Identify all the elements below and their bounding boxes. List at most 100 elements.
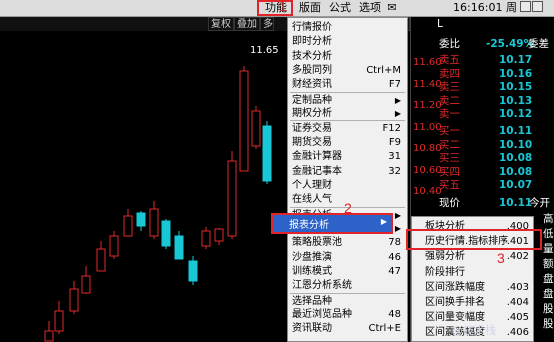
window-controls[interactable]: [519, 1, 553, 15]
menu-item-label: 金融计算器: [292, 151, 342, 163]
menu-item[interactable]: 期权分析 ▶: [288, 107, 407, 121]
menu-item-label: 多股同列: [292, 65, 332, 77]
side-char-label: 额: [543, 258, 554, 270]
menu-item-label: 个人理财: [292, 179, 332, 191]
menu-item[interactable]: 技术分析: [288, 50, 407, 64]
current-price-label: 现价: [439, 197, 460, 209]
menu-item-shortcut: 47: [388, 265, 401, 277]
menu-item-label: 定制品种: [292, 94, 332, 106]
bid-level-price: 10.08: [499, 152, 533, 164]
candle-body: [174, 235, 184, 260]
submenu-item-shortcut: .404: [506, 297, 529, 308]
menu-item[interactable]: 最近浏览品种 48: [288, 308, 407, 322]
ask-level-label: 卖二: [439, 94, 460, 107]
menu-item[interactable]: 金融记事本 32: [288, 165, 407, 179]
side-char-label: 量: [543, 243, 554, 255]
menu-item-shortcut: F9: [388, 136, 401, 148]
candle-body: [136, 212, 146, 227]
bid-level-label: 买五: [439, 179, 460, 191]
menu-options[interactable]: 选项: [356, 1, 384, 15]
candle-body: [96, 248, 106, 272]
ask-level-label: 卖四: [439, 67, 460, 80]
bid-level-price: 10.07: [499, 179, 533, 191]
minimize-icon[interactable]: [520, 1, 531, 12]
commission-diff-label: 委差: [528, 38, 549, 50]
mail-icon[interactable]: ✉: [385, 1, 399, 15]
menu-item[interactable]: 训练模式 47: [288, 265, 407, 279]
side-char-label: 股: [543, 303, 554, 315]
watermark: @技术栈: [452, 324, 496, 337]
menu-item[interactable]: 金融计算器 31: [288, 150, 407, 164]
bid-level-label: 买一: [439, 125, 460, 137]
submenu-item[interactable]: 区间换手排名 .404: [412, 295, 533, 310]
menu-item-label: 即时分析: [292, 36, 332, 48]
code-label: L: [437, 18, 443, 30]
menu-item-shortcut: F7: [388, 79, 401, 91]
submenu-item[interactable]: 区间涨跌幅度 .403: [412, 280, 533, 295]
menu-item-label: 资讯联动: [292, 323, 332, 335]
menu-item[interactable]: 多股同列 Ctrl+M: [288, 64, 407, 78]
ask-level-label: 卖五: [439, 54, 460, 66]
candle-body: [214, 228, 224, 242]
menu-item-label: 选择品种: [292, 295, 332, 307]
annotation-3: 3: [497, 250, 505, 266]
price-axis-tick: 10.40: [413, 186, 442, 197]
menu-formula[interactable]: 公式: [327, 1, 353, 15]
submenu-arrow-icon: ▶: [394, 109, 401, 119]
commission-ratio-label: 委比: [439, 38, 460, 50]
submenu-arrow-icon: ▶: [394, 95, 401, 105]
highlight-box-report-analysis: [271, 213, 393, 234]
menu-item-label: 证券交易: [292, 123, 332, 135]
price-axis-tick: 11.00: [413, 121, 442, 133]
ask-level-price: 10.16: [499, 67, 533, 80]
today-open-label: 今开: [529, 197, 550, 209]
ask-level-label: 卖一: [439, 108, 460, 120]
ask-level-price: 10.13: [499, 94, 533, 107]
menu-item-shortcut: 48: [388, 309, 401, 320]
menu-layout[interactable]: 版面: [297, 1, 323, 15]
menu-item[interactable]: 即时分析: [288, 35, 407, 49]
side-char-label: 低: [543, 228, 554, 240]
submenu-item-shortcut: .402: [506, 251, 529, 263]
submenu-arrow-icon: ▶: [394, 223, 401, 233]
overlay-button[interactable]: 叠加: [234, 17, 260, 31]
bid-level-label: 买三: [439, 152, 460, 164]
menu-item[interactable]: 选择品种: [288, 295, 407, 309]
maximize-icon[interactable]: [532, 1, 543, 12]
menu-item[interactable]: 资讯联动 Ctrl+E: [288, 322, 407, 336]
restore-rights-button[interactable]: 复权: [208, 17, 234, 31]
candle-body: [201, 230, 211, 247]
menu-item[interactable]: 财经资讯 F7: [288, 78, 407, 92]
submenu-item[interactable]: 强弱分析 .402: [412, 249, 533, 264]
menu-item-label: 沙盘推演: [292, 251, 332, 263]
menu-item-label: 江恩分析系统: [292, 280, 352, 292]
candle-body: [69, 288, 79, 312]
multi-button[interactable]: 多: [260, 17, 274, 31]
menu-item[interactable]: 江恩分析系统: [288, 279, 407, 293]
current-price-value: 10.11: [499, 197, 533, 209]
submenu-item[interactable]: 阶段排行: [412, 265, 533, 280]
submenu-item-label: 区间涨跌幅度: [425, 281, 485, 293]
submenu-item-label: 区间换手排名: [425, 297, 485, 308]
submenu-item-shortcut: .405: [506, 312, 529, 324]
menu-item[interactable]: 定制品种 ▶: [288, 94, 407, 108]
high-price-label: 11.65: [250, 45, 279, 56]
menu-item[interactable]: 策略股票池 78: [288, 236, 407, 250]
highlight-box-history-sort: [406, 229, 542, 250]
highlight-box-function-menu: [257, 0, 293, 16]
menu-item-shortcut: Ctrl+E: [368, 323, 402, 335]
menu-item-label: 技术分析: [292, 50, 332, 62]
menu-item[interactable]: 期货交易 F9: [288, 136, 407, 150]
submenu-arrow-icon: ▶: [394, 210, 401, 220]
menu-item-shortcut: Ctrl+M: [366, 65, 401, 77]
candle-body: [149, 208, 159, 237]
menu-item[interactable]: 个人理财: [288, 179, 407, 193]
candle-body: [81, 275, 91, 294]
submenu-item-shortcut: .406: [506, 327, 529, 339]
candle-body: [262, 125, 272, 182]
menu-item-label: 财经资讯: [292, 79, 332, 91]
menu-item[interactable]: 沙盘推演 46: [288, 251, 407, 265]
candle-body: [227, 160, 237, 237]
menu-item[interactable]: 行情报价: [288, 21, 407, 35]
menu-item[interactable]: 证券交易 F12: [288, 122, 407, 136]
